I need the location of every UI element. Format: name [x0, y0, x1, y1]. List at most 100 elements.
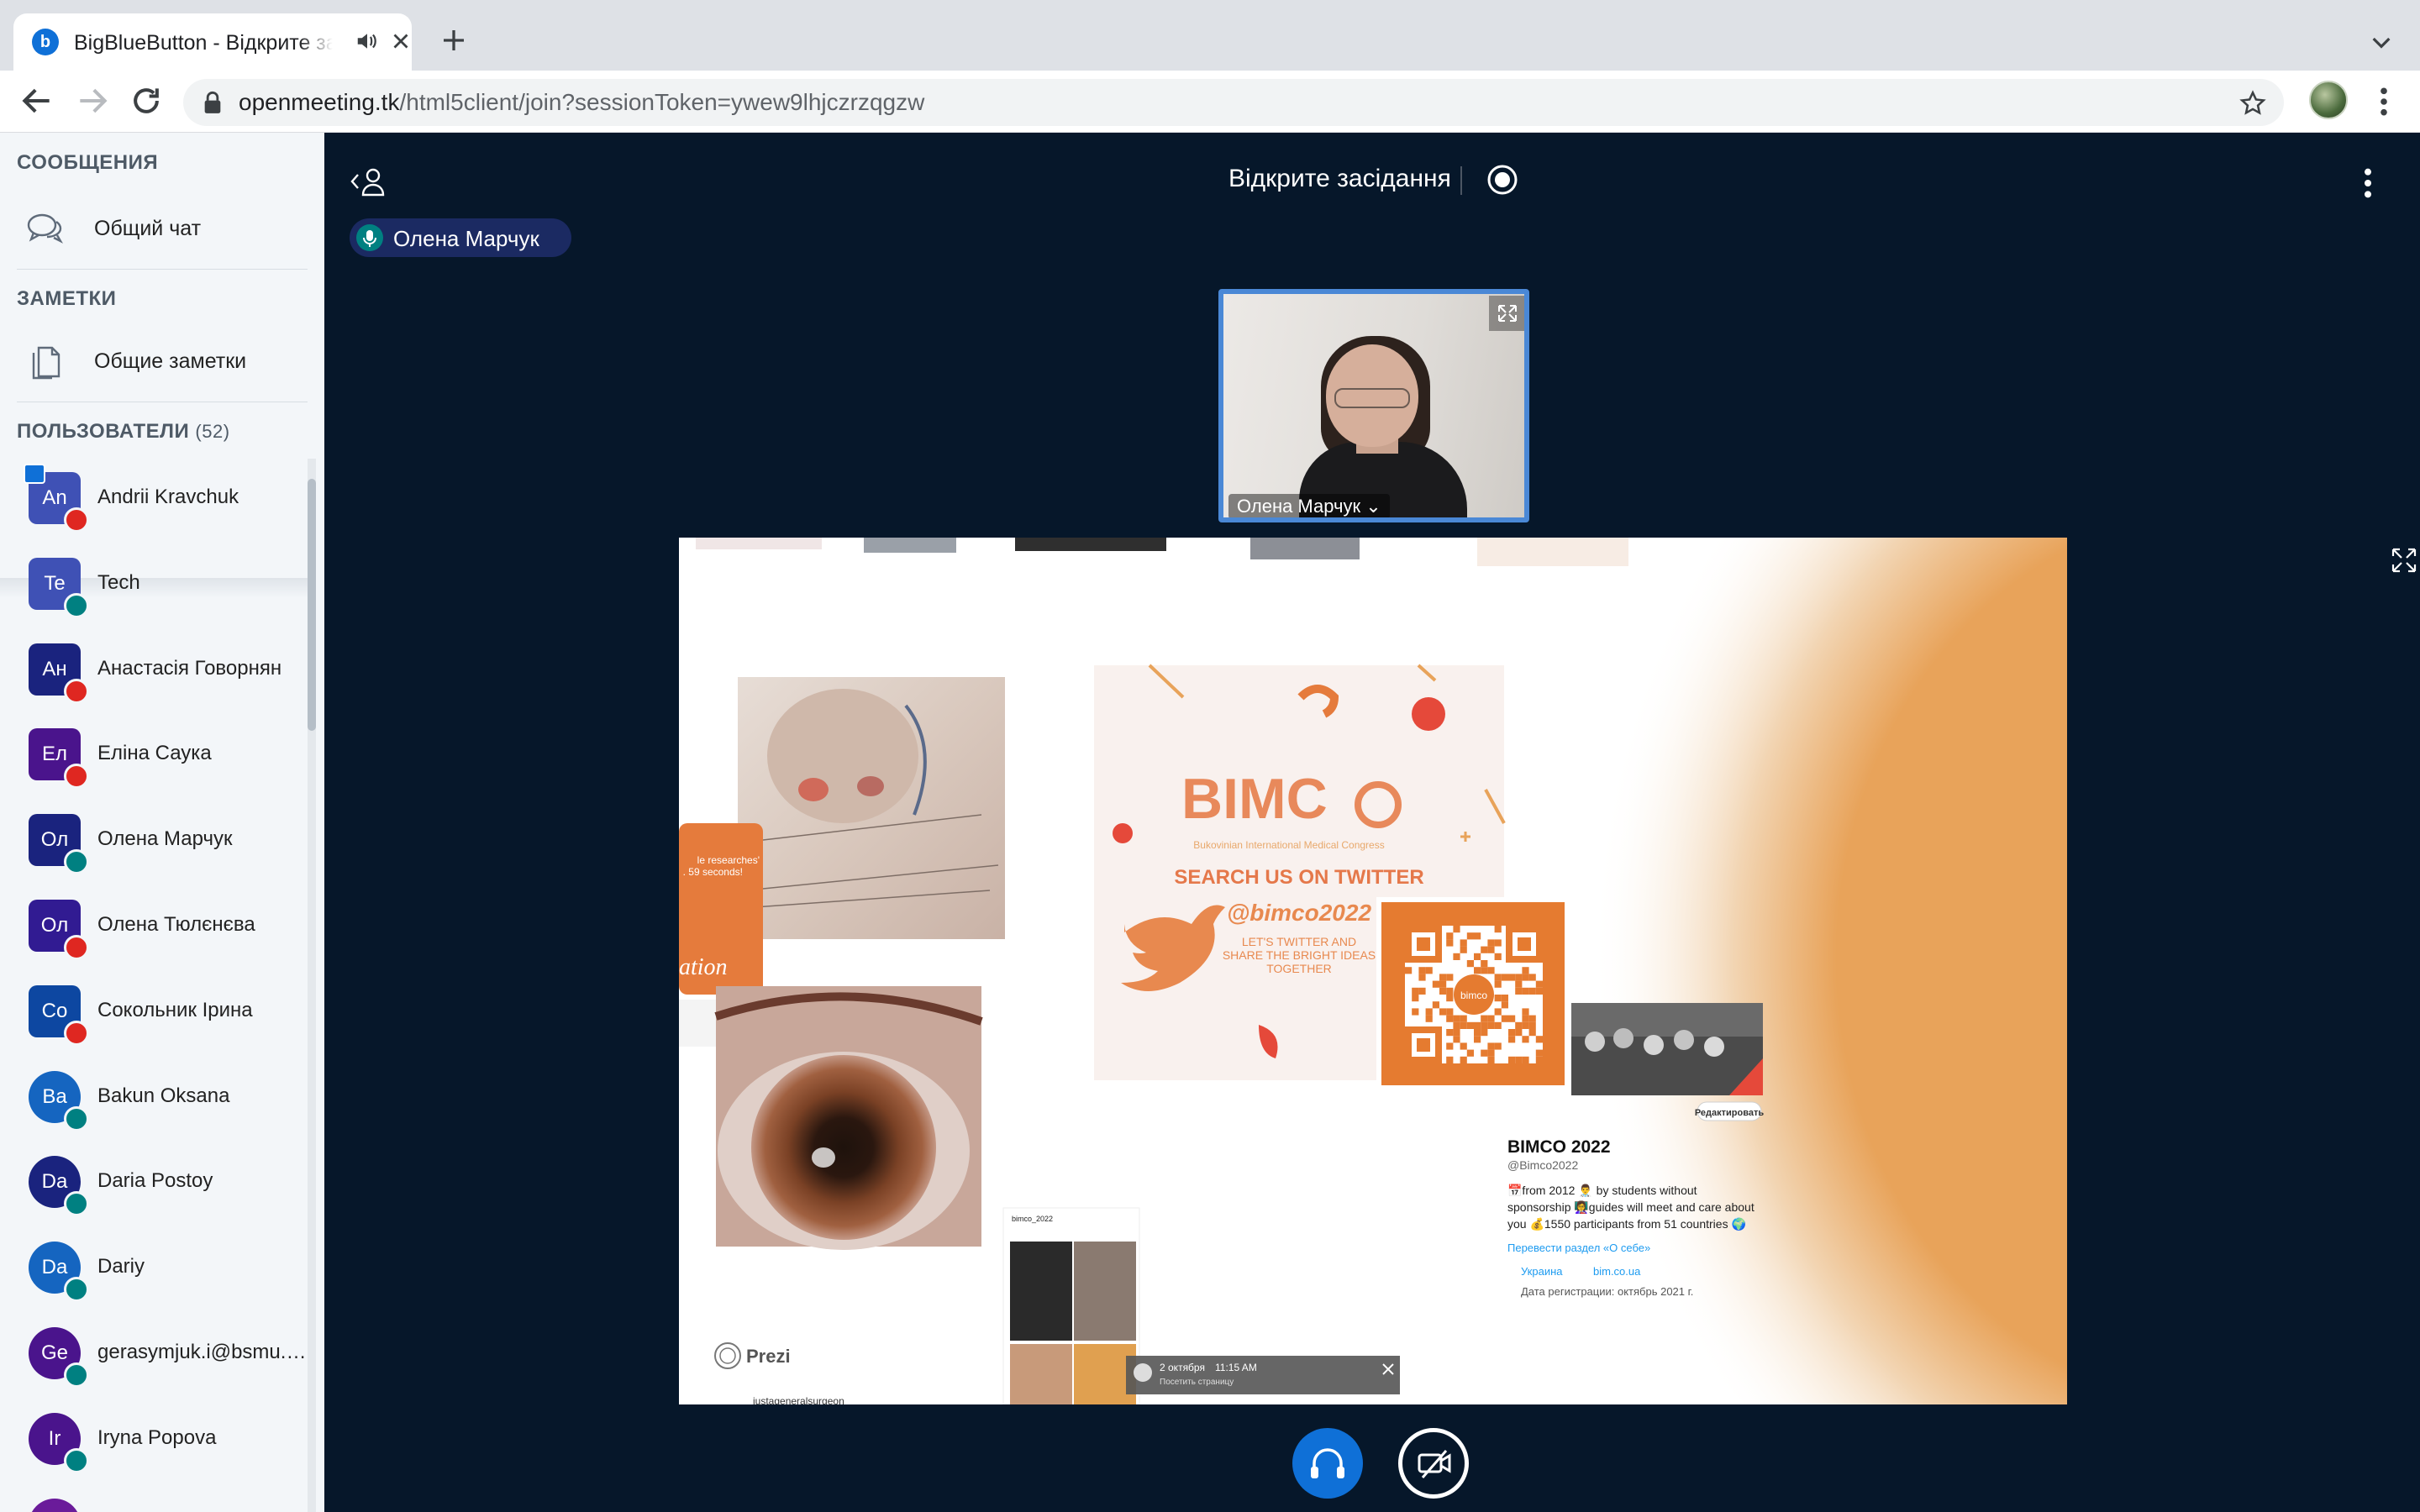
user-list-item[interactable]: Ан Анастасія Говорнян [0, 632, 309, 717]
story-subtitle: Посетить страницу [1160, 1378, 1234, 1387]
qr-module [1446, 987, 1454, 995]
event-card-script: ation [679, 954, 728, 980]
user-list-item[interactable]: An Andrii Kravchuk [0, 460, 309, 546]
user-list-item[interactable]: Te Tech [0, 546, 309, 632]
tab-title: BigBlueButton - Відкрите засідання [74, 29, 333, 57]
qr-module [1453, 926, 1460, 933]
qr-code-card: bimco [1376, 897, 1570, 1132]
user-list-item[interactable]: Ba Bakun Oksana [0, 1059, 309, 1145]
user-list-item[interactable]: Da Dariy [0, 1230, 309, 1315]
qr-module [1412, 995, 1419, 1002]
qr-module [1446, 1015, 1454, 1022]
profile-bio-2: sponsorship 👩‍🏫guides will meet and care… [1507, 1200, 1754, 1215]
qr-module [1474, 1021, 1481, 1029]
browser-tab-active[interactable]: b BigBlueButton - Відкрите засідання [13, 13, 412, 71]
qr-module [1425, 1015, 1433, 1022]
qr-module [1466, 1049, 1474, 1057]
forward-arrow-icon[interactable] [74, 82, 111, 119]
qr-module [1487, 946, 1495, 953]
tab-search-chevron-icon[interactable] [2368, 29, 2395, 55]
qr-module [1481, 960, 1488, 968]
browser-menu-icon[interactable] [2371, 86, 2396, 118]
participants-scrollbar[interactable] [308, 459, 316, 1512]
talking-indicator[interactable]: Олена Марчук [350, 218, 571, 257]
address-bar[interactable]: openmeeting.tk/html5client/join?sessionT… [183, 79, 2284, 126]
instagram-handle-2: justageneralsurgeon [752, 1395, 844, 1404]
qr-module [1453, 1029, 1460, 1037]
twitter-handle: @bimco2022 [1227, 900, 1371, 926]
qr-module [1439, 987, 1447, 995]
muted-mic-icon [64, 935, 89, 960]
muted-mic-icon [64, 678, 89, 704]
new-tab-icon[interactable] [439, 25, 469, 55]
qr-center-label: bimco [1460, 990, 1487, 1001]
headphones-icon [64, 1277, 89, 1303]
prezi-label: Prezi [746, 1346, 791, 1367]
tab-close-icon[interactable] [388, 29, 413, 54]
webcam-video[interactable]: Олена Марчук ⌄ [1218, 289, 1529, 522]
reload-icon[interactable] [128, 82, 165, 119]
profile-avatar[interactable] [2309, 81, 2348, 119]
bigbluebutton-favicon-icon: b [32, 29, 59, 55]
user-list-item[interactable]: Ir Iryna Popova [0, 1401, 309, 1487]
user-name: Сокольник Ірина [97, 998, 253, 1021]
meeting-main-area: Відкрите засідання Олена Марчук Олена Ма… [324, 133, 2420, 1512]
speaker-icon[interactable] [355, 29, 380, 54]
toggle-userlist-icon[interactable] [350, 165, 388, 198]
user-name: Олена Тюлєнєва [97, 913, 255, 936]
qr-module [1460, 1042, 1467, 1050]
user-name: Iryna Popova [97, 1425, 217, 1449]
audio-headphones-button[interactable] [1292, 1428, 1363, 1499]
qr-module [1522, 1056, 1529, 1063]
scrollbar-thumb[interactable] [308, 479, 316, 731]
bookmark-star-icon[interactable] [2238, 89, 2267, 118]
record-indicator-icon[interactable] [1486, 163, 1519, 197]
user-list-item[interactable]: Ел Еліна Саука [0, 717, 309, 802]
presentation-fullscreen-icon[interactable] [2388, 544, 2420, 576]
qr-module [1494, 939, 1502, 947]
headphones-icon [64, 1447, 89, 1473]
presentation-slide[interactable]: le researches' . 59 seconds! ation BIMC … [679, 538, 2067, 1404]
qr-module [1501, 1001, 1508, 1009]
qr-module [1535, 1056, 1543, 1063]
qr-module [1494, 995, 1502, 1002]
user-list-sidebar: СООБЩЕНИЯ Общий чат ЗАМЕТКИ Общие заметк… [0, 133, 324, 1512]
qr-module [1481, 1029, 1488, 1037]
user-list-item[interactable]: Ол Олена Тюлєнєва [0, 888, 309, 974]
muted-mic-icon [64, 507, 89, 533]
notes-document-icon [32, 346, 60, 380]
user-name: Daria Postoy [97, 1169, 213, 1193]
participants-list: An Andrii Kravchuk Te Tech Ан Анастасія Говор… [0, 460, 309, 1512]
shared-notes-item[interactable]: Общие заметки [17, 333, 311, 391]
options-menu-icon[interactable] [2361, 166, 2375, 200]
share-webcam-button[interactable] [1398, 1428, 1469, 1499]
user-list-item[interactable] [0, 1487, 309, 1512]
story-date: 2 октября [1160, 1362, 1205, 1373]
webcam-user-label[interactable]: Олена Марчук ⌄ [1228, 494, 1390, 517]
qr-module [1474, 967, 1481, 974]
fullscreen-icon[interactable] [1489, 296, 1526, 331]
qr-module [1494, 953, 1502, 960]
back-arrow-icon[interactable] [18, 82, 55, 119]
qr-module [1508, 1015, 1516, 1022]
user-list-item[interactable]: Со Сокольник Ірина [0, 974, 309, 1059]
muted-mic-icon [64, 1020, 89, 1046]
user-name: Dariy [97, 1255, 145, 1278]
public-chat-item[interactable]: Общий чат [17, 200, 311, 259]
qr-module [1432, 980, 1439, 988]
messages-section-title: СООБЩЕНИЯ [17, 151, 159, 174]
user-list-item[interactable]: Ол Олена Марчук [0, 802, 309, 888]
instagram-handle: bimco_2022 [1012, 1215, 1053, 1223]
browser-toolbar: openmeeting.tk/html5client/join?sessionT… [0, 71, 2420, 133]
user-list-item[interactable]: Gegerasymjuk.i@bsmu.edu.ua [0, 1315, 309, 1401]
qr-module [1528, 1029, 1536, 1037]
qr-module [1522, 1021, 1529, 1029]
tagline-line-2: SHARE THE BRIGHT IDEAS [1223, 948, 1376, 962]
headphones-icon [64, 1191, 89, 1217]
qr-module [1535, 1036, 1543, 1043]
lock-icon[interactable] [202, 91, 224, 114]
user-list-item[interactable]: Da Daria Postoy [0, 1144, 309, 1230]
qr-module [1501, 974, 1508, 981]
qr-module [1494, 1008, 1502, 1016]
qr-module [1515, 1029, 1523, 1037]
